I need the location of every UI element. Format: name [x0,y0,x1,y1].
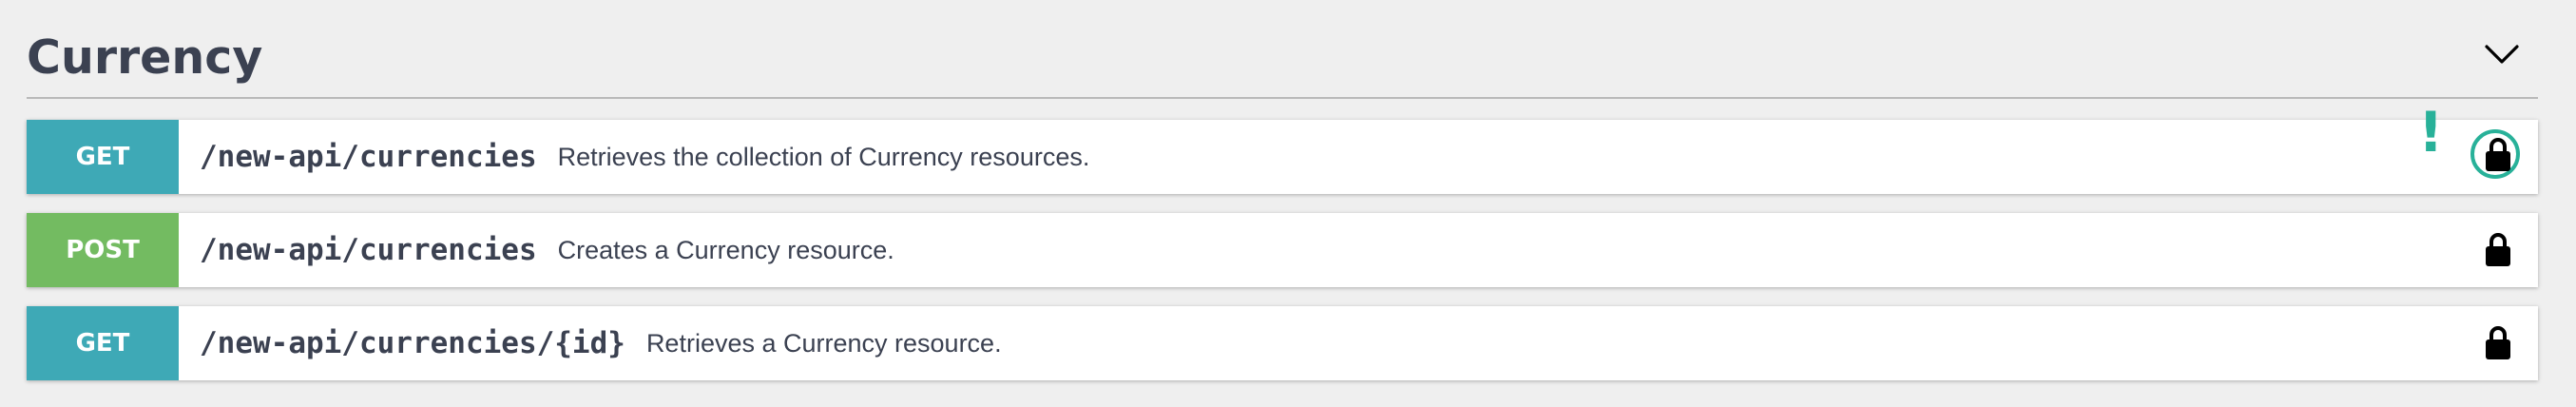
operation-path[interactable]: /new-api/currencies [200,233,537,267]
method-badge[interactable]: GET [27,306,179,380]
operation-get-currency-by-id[interactable]: GET /new-api/currencies/{id} Retrieves a… [27,306,2538,380]
alert-mark: ! [2418,100,2444,165]
section-title: Currency [27,29,263,85]
operation-path[interactable]: /new-api/currencies [200,140,537,174]
method-badge[interactable]: GET [27,120,179,194]
operation-path[interactable]: /new-api/currencies/{id} [200,326,625,360]
authorize-lock-button[interactable]: ! [2418,105,2527,194]
chevron-down-icon [2485,45,2519,64]
operation-summary: Retrieves a Currency resource. [645,328,1002,358]
section-header[interactable]: Currency [27,0,2538,99]
operation-summary: Retrieves the collection of Currency res… [557,142,1090,171]
authorize-lock-button[interactable] [2470,213,2527,287]
method-badge[interactable]: POST [27,213,179,287]
operation-get-currencies[interactable]: GET /new-api/currencies Retrieves the co… [27,105,2538,194]
lock-icon [2486,326,2510,359]
operation-summary: Creates a Currency resource. [557,235,894,264]
lock-icon [2486,233,2510,266]
operation-post-currencies[interactable]: POST /new-api/currencies Creates a Curre… [27,213,2538,287]
collapse-toggle-button[interactable] [2473,26,2530,83]
lock-icon [2486,138,2510,171]
authorize-lock-button[interactable] [2470,306,2527,380]
currency-section: Currency GET /new-api/currencies Retriev… [0,0,2576,407]
